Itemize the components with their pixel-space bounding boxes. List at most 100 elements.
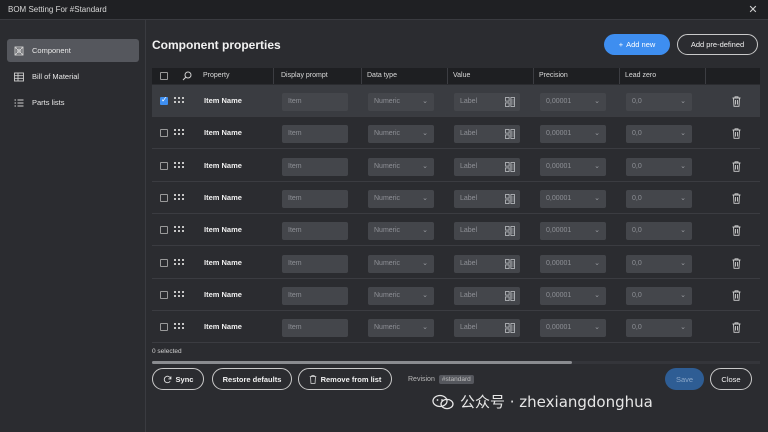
sidebar-item-bill-of-material[interactable]: Bill of Material <box>7 65 139 88</box>
value-picker-icon[interactable] <box>505 193 515 204</box>
drag-handle-icon[interactable] <box>174 226 184 234</box>
row-checkbox[interactable] <box>160 129 168 138</box>
lead-zero-select[interactable]: 0,0 ⌄ <box>626 254 692 273</box>
value-picker-icon[interactable] <box>505 258 515 269</box>
row-checkbox[interactable] <box>160 290 168 299</box>
row-checkbox[interactable] <box>160 258 168 267</box>
delete-row-icon[interactable] <box>732 160 741 172</box>
value-picker-icon[interactable] <box>505 226 515 237</box>
delete-row-icon[interactable] <box>732 257 741 269</box>
precision-select[interactable]: 0,00001 ⌄ <box>540 189 606 208</box>
drag-handle-icon[interactable] <box>174 290 184 299</box>
precision-select[interactable]: 0,00001 ⌄ <box>540 93 606 111</box>
drag-handle-icon[interactable] <box>174 161 184 170</box>
lead-zero-select[interactable]: 0,0 ⌄ <box>626 319 692 338</box>
display-prompt-input[interactable]: Item <box>282 125 348 144</box>
display-prompt-input[interactable]: Item <box>282 157 348 176</box>
drag-handle-icon[interactable] <box>174 323 184 331</box>
data-type-select[interactable]: Numeric ⌄ <box>368 319 434 338</box>
display-prompt-input[interactable]: Item <box>282 319 348 338</box>
sidebar-item-parts-lists[interactable]: Parts lists <box>7 91 139 114</box>
add-new-button[interactable]: + Add new <box>604 34 670 55</box>
column-header-value[interactable]: Value <box>448 68 534 84</box>
data-type-select[interactable]: Numeric ⌄ <box>368 286 434 305</box>
table-row[interactable]: Item Name Item Numeric ⌄ Label 0,00001 ⌄ 0,0 ⌄ <box>152 150 760 182</box>
delete-row-icon[interactable] <box>732 193 741 204</box>
display-prompt-input[interactable]: Item <box>282 222 348 241</box>
precision-select[interactable]: 0,00001 ⌄ <box>540 286 606 305</box>
table-row[interactable]: Item Name Item Numeric ⌄ Label 0,00001 ⌄ 0,0 ⌄ <box>152 311 760 344</box>
sync-button[interactable]: Sync <box>152 368 204 390</box>
display-prompt-input[interactable]: Item <box>282 189 348 208</box>
data-type-select[interactable]: Numeric ⌄ <box>368 189 434 208</box>
value-picker-icon[interactable] <box>505 323 515 333</box>
table-row[interactable]: Item Name Item Numeric ⌄ Label 0,00001 ⌄ 0,0 ⌄ <box>152 247 760 279</box>
column-header-lead-zero[interactable]: Lead zero <box>620 68 706 84</box>
save-button[interactable]: Save <box>665 368 704 390</box>
precision-select[interactable]: 0,00001 ⌄ <box>540 319 606 338</box>
lead-zero-select[interactable]: 0,0 ⌄ <box>626 222 692 241</box>
value-picker-icon[interactable] <box>505 290 515 301</box>
data-type-select[interactable]: Numeric ⌄ <box>368 125 434 144</box>
value-input[interactable]: Label <box>454 222 520 241</box>
sidebar-item-component[interactable]: Component <box>7 39 139 62</box>
display-prompt-input[interactable]: Item <box>282 93 348 111</box>
horizontal-scrollbar[interactable] <box>152 361 760 364</box>
precision-select[interactable]: 0,00001 ⌄ <box>540 254 606 273</box>
column-header-display-prompt[interactable]: Display prompt <box>276 68 362 84</box>
select-all-checkbox[interactable] <box>160 72 168 80</box>
table-row[interactable]: Item Name Item Numeric ⌄ Label 0,00001 ⌄ 0,0 ⌄ <box>152 279 760 311</box>
row-checkbox[interactable] <box>160 323 168 332</box>
delete-row-icon[interactable] <box>732 96 741 107</box>
data-type-select[interactable]: Numeric ⌄ <box>368 93 434 111</box>
drag-handle-icon[interactable] <box>174 129 184 137</box>
value-picker-icon[interactable] <box>505 97 515 107</box>
table-row[interactable]: Item Name Item Numeric ⌄ Label 0,00001 ⌄ 0,0 ⌄ <box>152 85 760 117</box>
precision-select[interactable]: 0,00001 ⌄ <box>540 222 606 241</box>
value-input[interactable]: Label <box>454 125 520 144</box>
value-picker-icon[interactable] <box>505 129 515 140</box>
lead-zero-select[interactable]: 0,0 ⌄ <box>626 93 692 111</box>
add-predefined-button[interactable]: Add pre-defined <box>677 34 758 55</box>
remove-from-list-button[interactable]: Remove from list <box>298 368 392 390</box>
column-header-precision[interactable]: Precision <box>534 68 620 84</box>
value-picker-icon[interactable] <box>505 161 515 172</box>
display-prompt-input[interactable]: Item <box>282 254 348 273</box>
delete-row-icon[interactable] <box>732 128 741 140</box>
lead-zero-select[interactable]: 0,0 ⌄ <box>626 125 692 144</box>
value-input[interactable]: Label <box>454 286 520 305</box>
delete-row-icon[interactable] <box>732 322 741 333</box>
drag-handle-icon[interactable] <box>174 97 184 105</box>
lead-zero-select[interactable]: 0,0 ⌄ <box>626 157 692 176</box>
value-input[interactable]: Label <box>454 254 520 273</box>
restore-defaults-button[interactable]: Restore defaults <box>212 368 292 390</box>
delete-row-icon[interactable] <box>732 225 741 236</box>
table-row[interactable]: Item Name Item Numeric ⌄ Label 0,00001 ⌄ 0,0 ⌄ <box>152 214 760 247</box>
value-input[interactable]: Label <box>454 189 520 208</box>
table-row[interactable]: Item Name Item Numeric ⌄ Label 0,00001 ⌄ 0,0 ⌄ <box>152 182 760 214</box>
search-icon[interactable] <box>182 71 192 81</box>
precision-select[interactable]: 0,00001 ⌄ <box>540 157 606 176</box>
data-type-select[interactable]: Numeric ⌄ <box>368 222 434 241</box>
table-row[interactable]: Item Name Item Numeric ⌄ Label 0,00001 ⌄ 0,0 ⌄ <box>152 117 760 150</box>
column-header-data-type[interactable]: Data type <box>362 68 448 84</box>
data-type-select[interactable]: Numeric ⌄ <box>368 254 434 273</box>
scrollbar-thumb[interactable] <box>152 361 572 364</box>
close-button[interactable]: Close <box>710 368 752 390</box>
data-type-select[interactable]: Numeric ⌄ <box>368 157 434 176</box>
drag-handle-icon[interactable] <box>174 258 184 267</box>
precision-select[interactable]: 0,00001 ⌄ <box>540 125 606 144</box>
row-checkbox[interactable] <box>160 226 168 235</box>
value-input[interactable]: Label <box>454 319 520 338</box>
close-icon[interactable]: ✕ <box>746 3 760 17</box>
value-input[interactable]: Label <box>454 157 520 176</box>
row-checkbox[interactable] <box>160 193 168 202</box>
drag-handle-icon[interactable] <box>174 193 184 202</box>
row-checkbox[interactable] <box>160 95 168 105</box>
row-checkbox[interactable] <box>160 161 168 170</box>
column-header-property[interactable]: Property <box>198 68 274 84</box>
display-prompt-input[interactable]: Item <box>282 286 348 305</box>
delete-row-icon[interactable] <box>732 290 741 301</box>
lead-zero-select[interactable]: 0,0 ⌄ <box>626 189 692 208</box>
value-input[interactable]: Label <box>454 93 520 111</box>
